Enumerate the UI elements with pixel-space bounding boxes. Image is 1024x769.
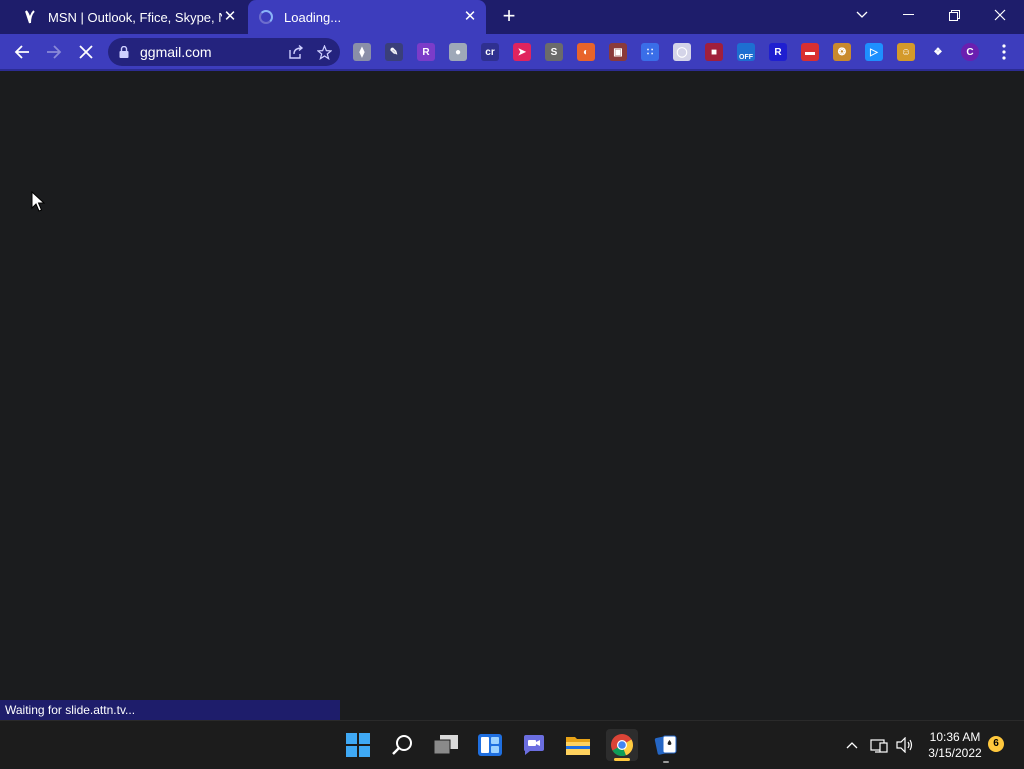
forward-arrow-icon[interactable] — [40, 38, 68, 66]
restore-icon[interactable] — [932, 0, 976, 30]
minimize-icon[interactable] — [886, 0, 930, 30]
mouse-pointer-icon — [31, 190, 46, 218]
windows-taskbar: 10:36 AM 3/15/2022 — [0, 720, 1024, 768]
widgets-icon — [478, 734, 502, 756]
close-window-icon[interactable] — [978, 0, 1022, 30]
solitaire-button[interactable] — [650, 729, 682, 763]
page-content[interactable] — [0, 71, 1024, 720]
tab-search-chevron-icon[interactable] — [840, 0, 884, 30]
running-app-indicator — [663, 761, 669, 763]
search-button[interactable] — [386, 729, 418, 761]
ext-10-icon[interactable]: ∷ — [641, 43, 659, 61]
task-view-button[interactable] — [430, 729, 462, 761]
bookmark-star-icon[interactable] — [312, 40, 336, 64]
active-app-indicator — [614, 758, 630, 761]
ext-17-icon[interactable]: ▷ — [865, 43, 883, 61]
network-icon[interactable] — [868, 721, 890, 769]
browser-menu-kebab-icon[interactable] — [990, 38, 1018, 66]
stop-loading-icon[interactable] — [72, 38, 100, 66]
loading-status-bubble: Waiting for slide.attn.tv... — [0, 700, 340, 720]
chat-button[interactable] — [518, 729, 550, 761]
tab-close-icon[interactable]: ✕ — [462, 9, 478, 25]
share-icon[interactable] — [284, 40, 308, 64]
ext-16-icon[interactable]: ❂ — [833, 43, 851, 61]
system-clock[interactable]: 10:36 AM 3/15/2022 — [922, 729, 988, 761]
windows-logo-icon — [346, 733, 370, 757]
address-bar[interactable]: ggmail.com — [108, 38, 340, 66]
browser-toolbar: ggmail.com ⧫ ✎ R ● cr ➤ S ◐ ▣ ∷ ◯ ■ OFF R ▬ ❂ ▷ ☺ ❖ C — [0, 34, 1024, 70]
tab-strip: MSN | Outlook, Ffice, Skype, Ning ✕ Load… — [0, 0, 1024, 34]
back-arrow-icon[interactable] — [8, 38, 36, 66]
extensions-puzzle-icon[interactable]: ❖ — [929, 43, 947, 61]
solitaire-cards-icon — [654, 735, 677, 755]
widgets-button[interactable] — [474, 729, 506, 761]
ext-5-icon[interactable]: cr — [481, 43, 499, 61]
profile-avatar-icon[interactable]: C — [961, 43, 979, 61]
search-icon — [392, 735, 412, 755]
ext-15-icon[interactable]: ▬ — [801, 43, 819, 61]
folder-icon — [566, 737, 590, 755]
tab-loading[interactable]: Loading... ✕ — [248, 0, 486, 34]
file-explorer-button[interactable] — [562, 729, 594, 761]
tab-title: MSN | Outlook, Ffice, Skype, Ning — [48, 9, 222, 25]
ext-11-icon[interactable]: ◯ — [673, 43, 691, 61]
ext-4-icon[interactable]: ● — [449, 43, 467, 61]
ext-9-icon[interactable]: ▣ — [609, 43, 627, 61]
ext-7-icon[interactable]: S — [545, 43, 563, 61]
loading-spinner-icon — [258, 9, 274, 25]
tab-close-icon[interactable]: ✕ — [222, 9, 238, 25]
tab-title: Loading... — [284, 9, 342, 25]
ext-12-icon[interactable]: ■ — [705, 43, 723, 61]
msn-butterfly-icon — [22, 9, 38, 25]
ext-2-icon[interactable]: ✎ — [385, 43, 403, 61]
ext-13-icon[interactable]: OFF — [737, 43, 755, 61]
start-button[interactable] — [342, 729, 374, 761]
teams-chat-icon — [524, 735, 544, 755]
chrome-button[interactable] — [606, 729, 638, 761]
chrome-icon — [611, 734, 634, 757]
show-hidden-icons-chevron-up-icon[interactable] — [842, 721, 862, 769]
lock-icon[interactable] — [118, 45, 130, 59]
clock-time: 10:36 AM — [929, 730, 981, 744]
ext-6-icon[interactable]: ➤ — [513, 43, 531, 61]
ext-14-icon[interactable]: R — [769, 43, 787, 61]
task-view-icon — [434, 735, 458, 755]
ext-3-icon[interactable]: R — [417, 43, 435, 61]
new-tab-plus-icon[interactable]: + — [498, 5, 520, 28]
ext-1-icon[interactable]: ⧫ — [353, 43, 371, 61]
address-url[interactable]: ggmail.com — [140, 44, 284, 60]
ext-8-icon[interactable]: ◐ — [577, 43, 595, 61]
notification-count-badge[interactable]: 6 — [988, 736, 1004, 752]
clock-date: 3/15/2022 — [928, 746, 982, 760]
volume-icon[interactable] — [894, 721, 916, 769]
ext-18-icon[interactable]: ☺ — [897, 43, 915, 61]
tab-msn[interactable]: MSN | Outlook, Ffice, Skype, Ning ✕ — [12, 0, 246, 34]
